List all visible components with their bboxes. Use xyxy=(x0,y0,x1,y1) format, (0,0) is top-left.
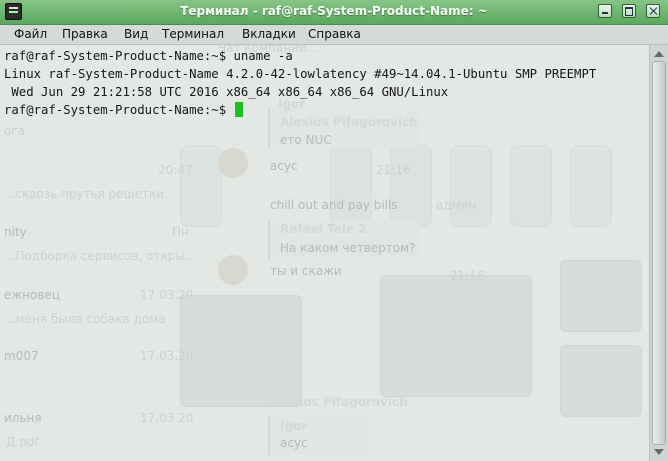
maximize-button[interactable] xyxy=(622,4,636,18)
ghost-text: chill out and pay bills xyxy=(270,198,398,212)
terminal-cursor xyxy=(234,102,243,117)
terminal-line: raf@raf-System-Product-Name:~$ uname -a xyxy=(4,49,293,63)
close-button[interactable] xyxy=(646,4,660,18)
menu-help-label: Справка xyxy=(308,27,361,41)
ghost-text: m007 xyxy=(4,349,39,363)
vertical-scrollbar[interactable] xyxy=(649,45,668,461)
ghost-text: На каком четвертом? xyxy=(280,241,416,255)
ghost-board xyxy=(560,260,642,332)
menu-edit-label: Правка xyxy=(62,27,108,41)
ghost-key xyxy=(570,145,612,227)
ghost-avatar xyxy=(218,148,248,178)
ghost-key xyxy=(450,145,492,227)
ghost-text: nity xyxy=(4,225,27,239)
ghost-text: Rafael Tele 2 xyxy=(280,222,367,236)
ghost-text: Alexios Pifagorovich xyxy=(270,395,408,409)
ghost-board xyxy=(560,345,642,417)
ghost-key xyxy=(330,145,372,227)
ghost-text: ты и скажи xyxy=(270,264,342,278)
ghost-text: ога xyxy=(4,124,25,138)
minimize-button[interactable] xyxy=(598,4,612,18)
terminal-output[interactable]: raf@raf-System-Product-Name:~$ uname -a … xyxy=(4,47,596,119)
scroll-up-arrow-icon[interactable] xyxy=(654,51,664,57)
ghost-text: Пн xyxy=(172,225,189,239)
menu-terminal[interactable]: Терминал xyxy=(162,27,224,41)
ghost-text: 21:16 xyxy=(376,163,411,177)
menu-edit[interactable]: Правка xyxy=(62,27,108,41)
menu-view[interactable]: Вид xyxy=(124,27,148,41)
ghost-text: ...меня была собака дома xyxy=(4,312,166,326)
terminal-line: Linux raf-System-Product-Name 4.2.0-42-l… xyxy=(4,67,597,81)
menu-tabs[interactable]: Вкладки xyxy=(242,27,296,41)
window-title: Терминал - raf@raf-System-Product-Name: … xyxy=(180,4,488,18)
ghost-text: 17.03.20 xyxy=(140,288,194,302)
ghost-text: ильня xyxy=(4,411,42,425)
ghost-text: Д.pdf xyxy=(6,435,39,449)
ghost-text: 21:16 xyxy=(450,269,485,283)
ghost-key xyxy=(390,145,432,227)
menu-help[interactable]: Справка xyxy=(308,27,361,41)
ghost-text: асус xyxy=(280,436,308,450)
ghost-key xyxy=(510,145,552,227)
menu-file[interactable]: Файл xyxy=(14,27,47,41)
terminal-line: raf@raf-System-Product-Name:~$ xyxy=(4,103,234,117)
terminal-line: Wed Jun 29 21:21:58 UTC 2016 x86_64 x86_… xyxy=(4,85,449,99)
menu-file-label: Файл xyxy=(14,27,48,41)
menu-tabs-label: Вкладки xyxy=(242,27,296,41)
scroll-down-arrow-icon[interactable] xyxy=(654,449,664,455)
title-bar[interactable]: Терминал - raf@raf-System-Product-Name: … xyxy=(0,0,668,25)
menu-bar: Файл Правка Вид Терминал Вкладки Справка xyxy=(0,25,668,45)
terminal-area[interactable]: Чат компании... Igor Alexios Pifagorovic… xyxy=(0,45,649,461)
ghost-avatar xyxy=(218,255,248,285)
scroll-thumb[interactable] xyxy=(652,61,666,445)
ghost-text: 17.03.20 xyxy=(140,411,194,425)
menu-terminal-label: Терминал xyxy=(162,27,225,41)
ghost-text: ...сквозь прутья решетки. xyxy=(4,187,168,201)
ghost-text: ежновец xyxy=(4,288,61,302)
ghost-text: админ xyxy=(436,198,477,212)
ghost-text: ...Подборка сервисов, откры... xyxy=(4,249,197,263)
ghost-text: 20:47 xyxy=(158,163,193,177)
ghost-text: Igor xyxy=(280,419,308,433)
ghost-text: ето NUC xyxy=(280,133,332,147)
ghost-text: асус xyxy=(270,159,298,173)
menu-view-label: Вид xyxy=(124,27,149,41)
ghost-key xyxy=(180,145,222,227)
ghost-board xyxy=(180,295,302,407)
ghost-text: 17.03.20 xyxy=(140,349,194,363)
ghost-board xyxy=(380,275,532,397)
